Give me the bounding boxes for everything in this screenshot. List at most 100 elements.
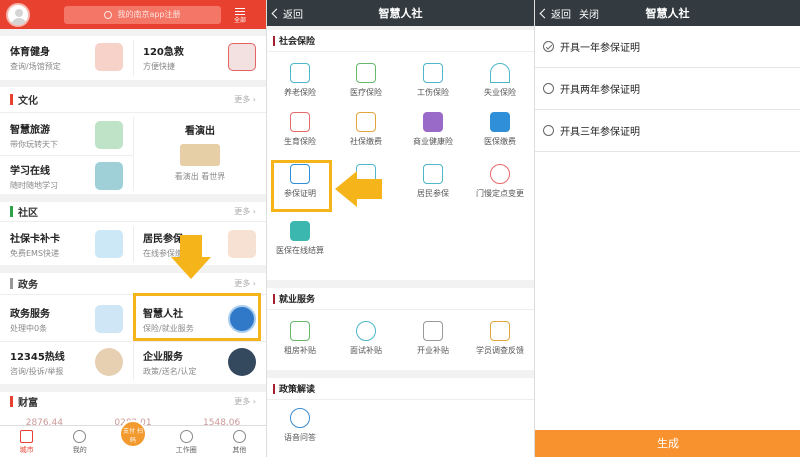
people-icon bbox=[356, 321, 376, 341]
ambulance-icon bbox=[228, 43, 256, 71]
arrow-left-pointer bbox=[335, 171, 357, 207]
radio-icon bbox=[543, 83, 554, 94]
option-one-year[interactable]: 开具一年参保证明 bbox=[535, 26, 800, 68]
business-subsidy-item[interactable]: 开业补贴 bbox=[400, 315, 466, 363]
chevron-left-icon bbox=[539, 8, 550, 18]
tab-mine[interactable]: 我的 bbox=[53, 426, 106, 457]
shield-doc-icon bbox=[423, 164, 443, 184]
medical-kit-icon bbox=[228, 230, 256, 258]
voice-icon bbox=[290, 408, 310, 428]
show-cell[interactable]: 看演出 看演出 看世界 bbox=[134, 114, 266, 194]
community-more-link[interactable]: 更多 › bbox=[234, 206, 256, 217]
interview-subsidy-item[interactable]: 面试补贴 bbox=[333, 315, 399, 363]
back-button[interactable]: 返回 bbox=[535, 6, 571, 21]
umbrella-icon bbox=[490, 63, 510, 83]
government-header: 政务 更多 › bbox=[0, 273, 266, 295]
wealth-header: 财富 更多 › bbox=[0, 392, 266, 410]
palm-tree-icon bbox=[95, 121, 123, 149]
wealth-title: 财富 bbox=[18, 397, 38, 409]
study-cell[interactable]: 学习在线 随时随地学习 bbox=[0, 155, 133, 197]
user-icon bbox=[73, 430, 87, 443]
online-settlement-item[interactable]: 医保在线结算 bbox=[267, 215, 333, 263]
smart-renshe-highlight bbox=[133, 293, 261, 341]
hotline-icon bbox=[95, 348, 123, 376]
arrow-down-pointer-tip bbox=[171, 257, 211, 279]
culture-title: 文化 bbox=[18, 96, 38, 107]
employment-section: 就业服务 租房补贴 面试补贴 开业补贴 学员调查反馈 bbox=[267, 288, 534, 370]
chevron-left-icon bbox=[271, 8, 282, 18]
house-icon bbox=[290, 63, 310, 83]
nav-bar: 返回 智慧人社 bbox=[267, 0, 534, 26]
survey-icon bbox=[490, 321, 510, 341]
policy-section: 政策解读 语音问答 bbox=[267, 378, 534, 457]
pension-insurance-item[interactable]: 养老保险 bbox=[267, 57, 333, 105]
theater-icon bbox=[180, 144, 220, 166]
culture-header: 文化 更多 › bbox=[0, 87, 266, 113]
wealth-more-link[interactable]: 更多 › bbox=[234, 396, 256, 407]
search-bar[interactable]: 我的南京app注册 bbox=[64, 5, 221, 24]
bulb-icon bbox=[232, 430, 246, 443]
feedback-item[interactable]: 学员调查反馈 bbox=[467, 315, 533, 363]
baby-bottle-icon bbox=[290, 112, 310, 132]
maternity-insurance-item[interactable]: 生育保险 bbox=[267, 106, 333, 154]
policy-header: 政策解读 bbox=[267, 378, 534, 400]
shop-icon bbox=[423, 321, 443, 341]
home-header: 我的南京app注册 全部 bbox=[0, 0, 266, 29]
emergency-cell[interactable]: 120急救 方便快捷 bbox=[133, 36, 266, 78]
resident-insurance-item[interactable]: 居民参保 bbox=[400, 158, 466, 206]
document-icon bbox=[290, 221, 310, 241]
social-insurance-section: 社会保险 养老保险 医疗保险 工伤保险 失业保险 生育保险 社保缴费 商业健康险… bbox=[267, 30, 534, 280]
enterprise-cell[interactable]: 企业服务 政策/送名/认定 bbox=[133, 341, 266, 383]
tab-city[interactable]: 城市 bbox=[0, 426, 53, 457]
clinic-change-item[interactable]: 门慢定点变更 bbox=[467, 158, 533, 206]
menu-icon bbox=[235, 7, 245, 15]
option-label: 开具两年参保证明 bbox=[560, 85, 640, 96]
radio-icon bbox=[543, 41, 554, 52]
government-more-link[interactable]: 更多 › bbox=[234, 278, 256, 289]
tourism-cell[interactable]: 智慧旅游 带你玩转天下 bbox=[0, 114, 133, 156]
all-menu-button[interactable]: 全部 bbox=[234, 6, 246, 24]
tab-other[interactable]: 其他 bbox=[213, 426, 266, 457]
culture-section: 文化 更多 › 智慧旅游 带你玩转天下 学习在线 随时随地学习 看演出 看演出 … bbox=[0, 87, 266, 194]
government-title: 政务 bbox=[18, 280, 38, 291]
avatar[interactable] bbox=[6, 2, 30, 27]
radio-icon bbox=[543, 125, 554, 136]
rent-subsidy-item[interactable]: 租房补贴 bbox=[267, 315, 333, 363]
employment-header: 就业服务 bbox=[267, 288, 534, 310]
certificate-screen: 返回 关闭 智慧人社 开具一年参保证明 开具两年参保证明 开具三年参保证明 生成 bbox=[534, 0, 800, 457]
back-button[interactable]: 返回 bbox=[267, 6, 303, 21]
tab-work-circle[interactable]: 工作圈 bbox=[160, 426, 213, 457]
card-reissue-cell[interactable]: 社保卡补卡 免费EMS快递 bbox=[0, 223, 133, 265]
first-aid-icon bbox=[423, 112, 443, 132]
pay-scan-icon: 支付 扫码 bbox=[119, 420, 147, 448]
search-icon bbox=[104, 10, 113, 19]
voice-qa-item[interactable]: 语音问答 bbox=[267, 402, 333, 450]
tab-pay-scan[interactable]: 支付 扫码 bbox=[106, 420, 159, 457]
community-title: 社区 bbox=[18, 208, 38, 219]
unemployment-insurance-item[interactable]: 失业保险 bbox=[467, 57, 533, 105]
close-button[interactable]: 关闭 bbox=[579, 6, 599, 21]
fitness-cell[interactable]: 体育健身 查询/场馆预定 bbox=[0, 36, 133, 78]
option-two-years[interactable]: 开具两年参保证明 bbox=[535, 68, 800, 110]
medical-insurance-item[interactable]: 医疗保险 bbox=[333, 57, 399, 105]
smart-renshe-screen: 返回 智慧人社 社会保险 养老保险 医疗保险 工伤保险 失业保险 生育保险 社保… bbox=[266, 0, 534, 457]
commercial-health-item[interactable]: 商业健康险 bbox=[400, 106, 466, 154]
injury-icon bbox=[423, 63, 443, 83]
bottom-tab-bar: 城市 我的 支付 扫码 工作圈 其他 bbox=[0, 420, 266, 457]
policy-title: 政策解读 bbox=[279, 385, 316, 395]
computer-icon bbox=[95, 305, 123, 333]
quick-services-card: 体育健身 查询/场馆预定 120急救 方便快捷 bbox=[0, 36, 266, 80]
all-menu-label: 全部 bbox=[234, 16, 247, 24]
medical-payment-item[interactable]: 医保缴费 bbox=[467, 106, 533, 154]
hotline-cell[interactable]: 12345热线 咨询/投诉/举报 bbox=[0, 341, 133, 383]
option-three-years[interactable]: 开具三年参保证明 bbox=[535, 110, 800, 152]
culture-more-link[interactable]: 更多 › bbox=[234, 94, 256, 105]
generate-button[interactable]: 生成 bbox=[535, 430, 800, 457]
chat-icon bbox=[179, 430, 193, 443]
gov-service-cell[interactable]: 政务服务 处理中0条 bbox=[0, 298, 133, 340]
employment-title: 就业服务 bbox=[279, 295, 316, 305]
injury-insurance-item[interactable]: 工伤保险 bbox=[400, 57, 466, 105]
community-header: 社区 更多 › bbox=[0, 202, 266, 222]
social-payment-item[interactable]: 社保缴费 bbox=[333, 106, 399, 154]
medical-icon bbox=[356, 63, 376, 83]
